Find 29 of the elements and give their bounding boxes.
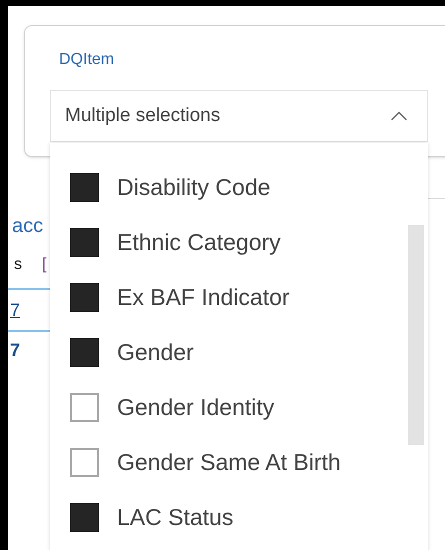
checkbox[interactable] bbox=[70, 393, 99, 422]
option-item[interactable]: Ex BAF Indicator bbox=[70, 270, 410, 325]
filter-label: DQItem bbox=[59, 51, 114, 68]
scrollbar[interactable] bbox=[408, 225, 424, 445]
checkbox[interactable] bbox=[70, 338, 99, 367]
value-text: 7 bbox=[10, 299, 20, 322]
checkbox[interactable] bbox=[70, 448, 99, 477]
option-item[interactable]: Gender Same At Birth bbox=[70, 435, 410, 490]
option-item[interactable]: LAC Status bbox=[70, 490, 410, 545]
option-item[interactable]: Gender bbox=[70, 325, 410, 380]
option-label: Ethnic Category bbox=[117, 228, 281, 258]
option-label: Gender Identity bbox=[117, 393, 274, 422]
option-label: Disability Code bbox=[117, 173, 270, 202]
checkbox[interactable] bbox=[70, 283, 99, 312]
row-mark: [ bbox=[42, 255, 46, 275]
option-item[interactable]: Disability Code bbox=[70, 160, 410, 215]
row-label: s bbox=[14, 255, 22, 275]
checkbox[interactable] bbox=[70, 173, 99, 202]
option-label: Gender bbox=[117, 338, 194, 368]
option-item[interactable]: Gender Identity bbox=[70, 380, 410, 435]
option-item[interactable]: Ethnic Category bbox=[70, 215, 410, 270]
option-label: Gender Same At Birth bbox=[117, 448, 341, 478]
option-label: LAC Status bbox=[117, 503, 234, 532]
checkbox[interactable] bbox=[70, 503, 99, 532]
heading-text: acc bbox=[12, 214, 44, 238]
checkbox[interactable] bbox=[70, 228, 99, 257]
option-label: Ex BAF Indicator bbox=[117, 283, 290, 312]
dropdown-field[interactable]: Multiple selections bbox=[50, 90, 428, 142]
value-text: 7 bbox=[10, 339, 20, 362]
